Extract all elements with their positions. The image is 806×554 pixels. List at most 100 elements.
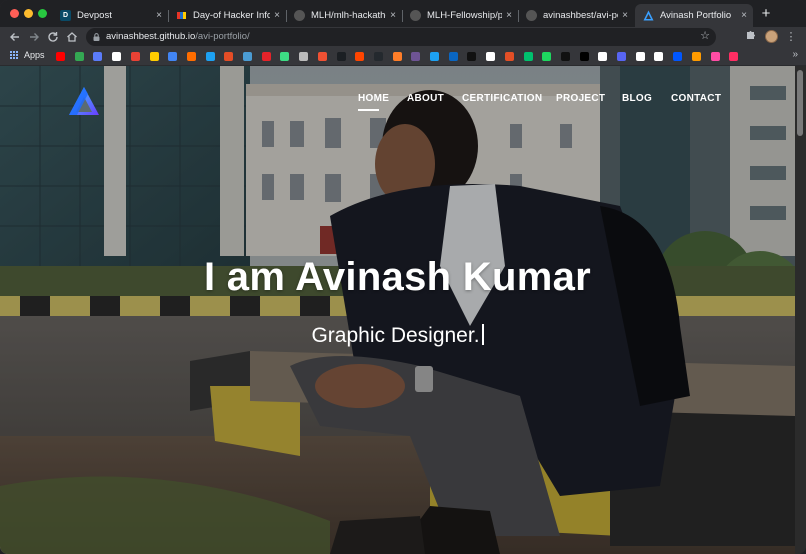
bookmark-favicon-icon[interactable] xyxy=(710,52,720,61)
bookmark-favicon-icon[interactable] xyxy=(542,52,552,61)
github-favicon-icon xyxy=(294,10,305,21)
bookmark-favicon-icon[interactable] xyxy=(373,52,383,61)
nav-active-underline xyxy=(358,109,379,111)
apps-shortcut[interactable]: Apps xyxy=(10,50,45,60)
reload-button[interactable] xyxy=(45,29,61,45)
page-scrollbar[interactable] xyxy=(795,66,806,554)
bookmark-favicon-icon[interactable] xyxy=(617,52,626,61)
nav-certification-link[interactable]: CERTIFICATION xyxy=(462,93,542,104)
bookmark-favicon-icon[interactable] xyxy=(224,52,234,61)
tab-title: avinashbest/avi-po xyxy=(543,10,618,21)
tab-devpost[interactable]: D Devpost × xyxy=(52,4,168,27)
hero-subtitle-text: Graphic Designer. xyxy=(311,324,480,347)
nav-home-link[interactable]: HOME xyxy=(358,93,389,104)
tab-strip: D Devpost × Day-of Hacker Info × MLH/mlh… xyxy=(0,0,806,27)
tab-mlh-fellowship[interactable]: MLH-Fellowship/po × xyxy=(402,4,518,27)
bookmark-favicon-icon[interactable] xyxy=(392,52,402,61)
page-viewport: HOME ABOUT CERTIFICATION PROJECT BLOG CO… xyxy=(0,66,795,554)
forward-button[interactable] xyxy=(26,29,42,45)
lock-icon xyxy=(93,33,100,41)
bookmark-favicon-icon[interactable] xyxy=(448,52,458,61)
bookmark-favicon-icon[interactable] xyxy=(486,52,496,61)
bookmark-favicon-icon[interactable] xyxy=(299,52,309,61)
tab-close-icon[interactable]: × xyxy=(502,10,516,21)
tab-close-icon[interactable]: × xyxy=(618,10,632,21)
url-text: avinashbest.github.io/avi-portfolio/ xyxy=(106,31,250,42)
bookmark-favicon-icon[interactable] xyxy=(149,52,159,61)
bookmark-favicon-icon[interactable] xyxy=(430,52,439,61)
browser-menu-kebab-icon[interactable]: ⋮ xyxy=(783,29,799,45)
bookmark-favicon-icon[interactable] xyxy=(205,52,215,61)
bookmark-favicon-icon[interactable] xyxy=(411,52,421,61)
nav-about-link[interactable]: ABOUT xyxy=(407,93,444,104)
zoom-window-button[interactable] xyxy=(38,9,47,18)
tab-close-icon[interactable]: × xyxy=(152,10,166,21)
bookmark-favicon-icon[interactable] xyxy=(654,52,664,61)
portfolio-logo-favicon-icon xyxy=(643,10,654,21)
tab-avi-portfolio-repo[interactable]: avinashbest/avi-po × xyxy=(518,4,634,27)
bookmark-favicon-icon[interactable] xyxy=(112,52,122,61)
bookmark-favicon-icon[interactable] xyxy=(93,52,103,61)
minimize-window-button[interactable] xyxy=(24,9,33,18)
bookmarks-bar: Apps » xyxy=(0,47,806,66)
nav-contact-link[interactable]: CONTACT xyxy=(671,93,721,104)
browser-toolbar: avinashbest.github.io/avi-portfolio/ ☆ ⋮ xyxy=(0,27,806,47)
bookmark-favicon-icon[interactable] xyxy=(336,52,346,61)
bookmark-favicon-icon[interactable] xyxy=(467,52,477,61)
browser-window: D Devpost × Day-of Hacker Info × MLH/mlh… xyxy=(0,0,806,554)
url-path: /avi-portfolio/ xyxy=(195,31,250,42)
bookmark-favicon-icon[interactable] xyxy=(168,52,178,61)
tab-close-icon[interactable]: × xyxy=(386,10,400,21)
home-icon xyxy=(67,32,77,42)
hero-subtitle-typing: Graphic Designer. xyxy=(0,324,795,348)
apps-label: Apps xyxy=(24,50,45,60)
bookmark-favicon-icon[interactable] xyxy=(635,52,645,61)
tab-title: Day-of Hacker Info xyxy=(193,10,270,21)
hero-dark-overlay xyxy=(0,66,795,554)
bookmark-favicon-icon[interactable] xyxy=(243,52,252,61)
bookmark-favicon-icon[interactable] xyxy=(504,52,514,61)
home-button[interactable] xyxy=(64,29,80,45)
bookmark-favicon-icon[interactable] xyxy=(523,52,533,61)
bookmark-favicon-icon[interactable] xyxy=(673,52,683,61)
mlh-favicon-icon xyxy=(176,10,187,21)
bookmark-favicon-icon[interactable] xyxy=(579,52,589,61)
tab-title: Devpost xyxy=(77,10,112,21)
close-window-button[interactable] xyxy=(10,9,19,18)
bookmark-favicon-icon[interactable] xyxy=(261,52,271,61)
site-logo-icon[interactable] xyxy=(68,86,100,116)
back-button[interactable] xyxy=(7,29,23,45)
tab-close-icon[interactable]: × xyxy=(737,10,751,21)
bookmark-favicon-icon[interactable] xyxy=(317,52,327,61)
tab-close-icon[interactable]: × xyxy=(270,10,284,21)
scrollbar-thumb[interactable] xyxy=(797,70,803,136)
extensions-puzzle-icon[interactable] xyxy=(742,29,758,45)
bookmark-favicon-icon[interactable] xyxy=(560,52,570,61)
url-host: avinashbest.github.io xyxy=(106,31,196,42)
tab-day-of-hacker-info[interactable]: Day-of Hacker Info × xyxy=(168,4,286,27)
nav-blog-link[interactable]: BLOG xyxy=(622,93,652,104)
bookmark-favicon-icon[interactable] xyxy=(691,52,701,61)
bookmark-favicon-icon[interactable] xyxy=(355,52,365,61)
apps-grid-icon xyxy=(10,50,19,60)
github-favicon-icon xyxy=(526,10,537,21)
arrow-right-icon xyxy=(30,33,39,41)
reload-icon xyxy=(48,32,58,42)
bookmark-favicon-icon[interactable] xyxy=(130,52,140,61)
bookmark-favicon-icon[interactable] xyxy=(186,52,196,61)
bookmark-star-icon[interactable]: ☆ xyxy=(700,29,710,42)
bookmark-favicon-icon[interactable] xyxy=(74,52,84,61)
devpost-favicon-icon: D xyxy=(60,10,71,21)
bookmark-favicon-icon[interactable] xyxy=(729,52,739,61)
bookmark-favicon-icon[interactable] xyxy=(598,52,608,61)
tab-avinash-portfolio[interactable]: Avinash Portfolio × xyxy=(635,4,753,27)
more-bookmarks-icon[interactable]: » xyxy=(792,49,798,60)
nav-project-link[interactable]: PROJECT xyxy=(556,93,605,104)
bookmark-favicon-icon[interactable] xyxy=(280,52,290,61)
hero-title: I am Avinash Kumar xyxy=(203,255,591,299)
new-tab-button[interactable]: + xyxy=(758,6,774,22)
bookmark-favicon-icon[interactable] xyxy=(56,52,65,61)
tab-mlh-hackathon[interactable]: MLH/mlh-hackatho × xyxy=(286,4,402,27)
profile-avatar[interactable] xyxy=(765,30,778,43)
address-bar[interactable]: avinashbest.github.io/avi-portfolio/ ☆ xyxy=(86,28,716,46)
